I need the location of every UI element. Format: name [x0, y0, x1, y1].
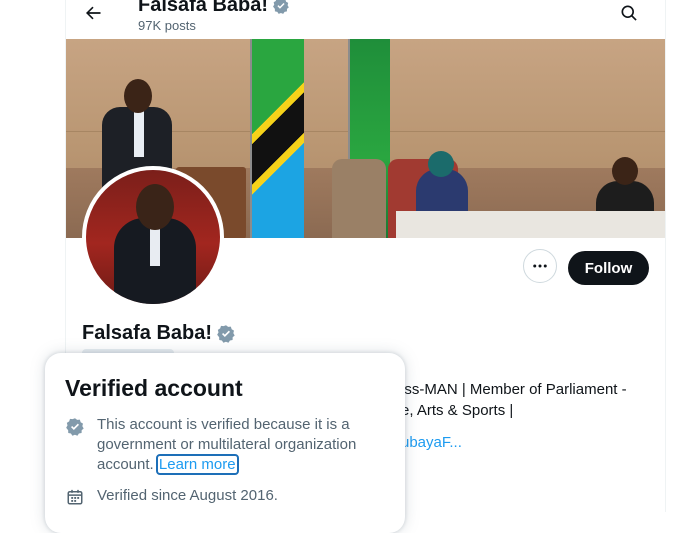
- header-post-count: 97K posts: [138, 18, 196, 33]
- banner-chair: [332, 159, 386, 238]
- banner-table: [396, 211, 665, 238]
- back-button[interactable]: [78, 0, 108, 26]
- verified-reason-row: This account is verified because it is a…: [65, 415, 382, 475]
- follow-button[interactable]: Follow: [568, 251, 649, 285]
- banner-figure-shirt: [134, 111, 144, 157]
- flag: [252, 39, 304, 238]
- search-button[interactable]: [615, 0, 643, 26]
- verified-since-text: Verified since August 2016.: [97, 487, 278, 504]
- profile-name-text: Falsafa Baba!: [82, 322, 213, 344]
- verified-badge-icon: [65, 415, 85, 437]
- bio-text: re, Arts & Sports |: [396, 402, 514, 419]
- search-icon: [621, 5, 637, 21]
- bio-link[interactable]: -ubayaF...: [396, 434, 462, 451]
- more-dots-icon: [533, 264, 547, 268]
- verified-badge-icon[interactable]: [216, 324, 236, 344]
- avatar-shirt: [150, 226, 160, 266]
- arrow-left-icon: [86, 6, 101, 20]
- learn-more-link[interactable]: Learn more: [155, 454, 239, 475]
- more-button[interactable]: [523, 249, 557, 283]
- banner-figure-head: [124, 79, 152, 113]
- bio-text: ess-MAN | Member of Parliament -: [396, 381, 627, 398]
- calendar-icon: [65, 486, 85, 508]
- verified-since-row: Verified since August 2016.: [65, 486, 382, 508]
- profile-name: Falsafa Baba!: [82, 322, 236, 345]
- profile-header: Falsafa Baba! 97K posts: [66, 0, 665, 39]
- banner-figure-head: [428, 151, 454, 177]
- header-name: Falsafa Baba!: [138, 0, 269, 16]
- header-title: Falsafa Baba!: [138, 0, 290, 17]
- avatar-head: [136, 184, 174, 230]
- popover-title: Verified account: [65, 375, 243, 401]
- verified-reason-text: This account is verified because it is a…: [97, 415, 382, 475]
- verified-badge-icon: [273, 0, 289, 14]
- verified-popover: Verified account This account is verifie…: [45, 353, 405, 533]
- avatar[interactable]: [82, 166, 224, 308]
- banner-figure-head: [612, 157, 638, 185]
